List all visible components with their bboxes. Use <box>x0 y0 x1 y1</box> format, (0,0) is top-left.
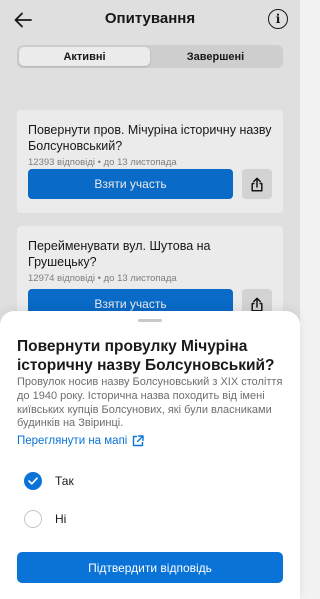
option-label: Так <box>55 474 74 488</box>
view-on-map-link[interactable]: Переглянути на мапі <box>17 435 145 447</box>
sheet-description: Провулок носив назву Болсуновський з XIX… <box>17 376 283 430</box>
option-label: Ні <box>55 512 67 526</box>
radio-checked[interactable] <box>24 472 42 490</box>
sheet-grabber[interactable] <box>138 319 162 322</box>
map-link-label: Переглянути на мапі <box>17 435 128 447</box>
confirm-answer-button[interactable]: Підтвердити відповідь <box>17 552 283 583</box>
radio-unchecked[interactable] <box>24 510 42 528</box>
option-no[interactable]: Ні <box>24 510 66 528</box>
external-link-icon <box>133 435 145 447</box>
polls-screen: Опитування i Активні Завершені Повернути… <box>0 0 300 599</box>
sheet-title: Повернути провулку Мічуріна історичну на… <box>17 338 275 374</box>
vote-bottom-sheet: Повернути провулку Мічуріна історичну на… <box>0 311 300 599</box>
checkmark-icon <box>28 477 38 485</box>
option-yes[interactable]: Так <box>24 472 74 490</box>
